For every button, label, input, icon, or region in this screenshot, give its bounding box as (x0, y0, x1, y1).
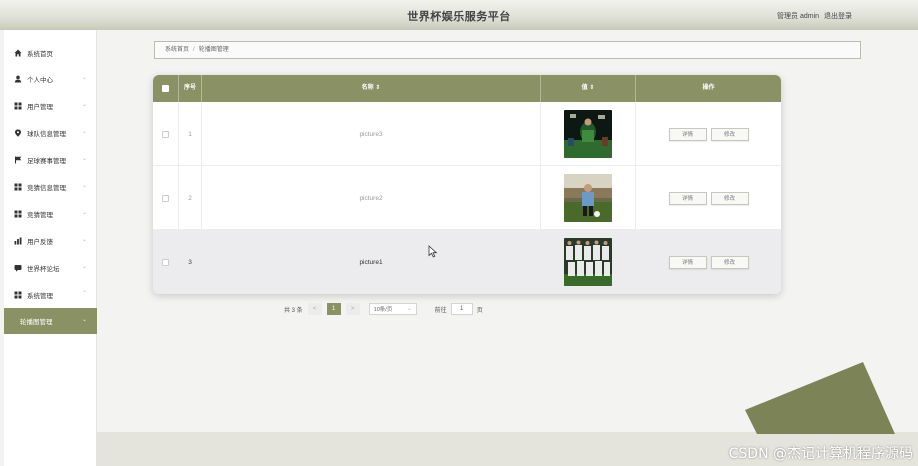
next-page-button[interactable]: > (345, 303, 360, 315)
goto-label: 前往 (434, 307, 447, 314)
user-area: 管理员 admin 退出登录 (774, 11, 852, 21)
page-size-value: 10条/页 (373, 307, 393, 313)
chat-icon (14, 264, 22, 272)
grid-icon (14, 291, 22, 299)
table-row: 1 picture3 详情 修改 (153, 102, 781, 166)
breadcrumb: 系统首页 / 轮播图管理 (154, 41, 861, 59)
breadcrumb-current: 轮播图管理 (198, 47, 229, 53)
carousel-thumbnail[interactable] (564, 110, 612, 158)
header-value[interactable]: 值 ⇕ (541, 75, 636, 102)
sidebar-item-carousel[interactable]: 轮播图管理 ⌄ (4, 308, 97, 334)
sidebar-item-label: 个人中心 (27, 77, 53, 84)
detail-button[interactable]: 详情 (668, 255, 707, 269)
edit-button[interactable]: 修改 (710, 191, 749, 205)
row-index: 1 (179, 102, 202, 166)
row-checkbox[interactable] (162, 130, 169, 138)
location-icon (14, 129, 22, 137)
table-header: 序号 名称 ⇕ 值 ⇕ 操作 (153, 75, 781, 102)
edit-button[interactable]: 修改 (710, 127, 749, 141)
sidebar: 系统首页 个人中心 ⌄ 用户管理 ⌄ 球队信息管理 ⌄ 足球赛事管理 ⌄ 竞猜信… (4, 30, 97, 466)
row-checkbox[interactable] (162, 258, 169, 266)
flag-icon (14, 156, 22, 164)
table-row: 3 picture1 详情 修改 (153, 230, 781, 294)
logout-link[interactable]: 退出登录 (824, 13, 852, 20)
sidebar-item-label: 用户反馈 (27, 239, 53, 246)
breadcrumb-home[interactable]: 系统首页 (165, 47, 189, 53)
sidebar-item-label: 竞猜信息管理 (27, 185, 66, 192)
sidebar-item-quiz-info[interactable]: 竞猜信息管理 ⌄ (4, 174, 97, 200)
sidebar-item-system[interactable]: 系统管理 ⌃ (4, 282, 97, 308)
sidebar-item-label: 竞猜管理 (27, 212, 53, 219)
sidebar-item-quiz[interactable]: 竞猜管理 ⌄ (4, 201, 97, 227)
row-checkbox[interactable] (162, 194, 169, 202)
sidebar-item-home[interactable]: 系统首页 (4, 40, 97, 66)
sidebar-item-teams[interactable]: 球队信息管理 ⌄ (4, 120, 97, 146)
page-size-select[interactable]: 10条/页 ⌄ (368, 303, 417, 315)
table-row: 2 picture2 详情 修改 (153, 166, 781, 230)
mouse-cursor-icon (428, 245, 438, 258)
sidebar-item-label: 系统首页 (27, 51, 53, 58)
carousel-thumbnail[interactable] (564, 174, 612, 222)
chevron-down-icon: ⌄ (81, 210, 87, 216)
chevron-down-icon: ⌄ (81, 156, 87, 162)
decorative-shape (745, 362, 895, 434)
chevron-down-icon: ⌄ (81, 75, 87, 81)
header-select-all[interactable] (153, 75, 179, 102)
row-index: 2 (179, 166, 202, 230)
grid-icon (14, 102, 22, 110)
watermark-text: CSDN @杰记计算机程序源码 (728, 446, 913, 462)
edit-button[interactable]: 修改 (710, 255, 749, 269)
chevron-down-icon: ⌄ (81, 264, 87, 270)
grid-icon (14, 183, 22, 191)
row-index: 3 (179, 230, 202, 294)
prev-page-button[interactable]: < (307, 303, 322, 315)
page-number-current[interactable]: 1 (326, 303, 341, 315)
carousel-table: 序号 名称 ⇕ 值 ⇕ 操作 1 picture3 详情 修改 2 pictur… (153, 75, 781, 294)
detail-button[interactable]: 详情 (668, 191, 707, 205)
chevron-down-icon: ⌄ (407, 306, 412, 312)
row-name: picture1 (202, 230, 541, 294)
header-index: 序号 (179, 75, 202, 102)
header-actions: 操作 (702, 85, 715, 91)
sidebar-item-feedback[interactable]: 用户反馈 ⌄ (4, 228, 97, 254)
row-name: picture3 (202, 102, 541, 166)
grid-icon (14, 210, 22, 218)
chevron-down-icon: ⌄ (81, 102, 87, 108)
sidebar-item-matches[interactable]: 足球赛事管理 ⌄ (4, 147, 97, 173)
sidebar-item-users[interactable]: 用户管理 ⌄ (4, 93, 97, 119)
row-name: picture2 (202, 166, 541, 230)
sidebar-item-forum[interactable]: 世界杯论坛 ⌄ (4, 255, 97, 281)
header-name[interactable]: 名称 ⇕ (202, 75, 541, 102)
chevron-down-icon: ⌄ (81, 183, 87, 189)
chevron-up-icon: ⌃ (81, 291, 87, 297)
pagination-total: 共 3 条 (284, 307, 303, 314)
select-all-checkbox[interactable] (162, 85, 169, 92)
pagination: 共 3 条 < 1 > 10条/页 ⌄ 前往 1 页 (284, 302, 483, 316)
chart-icon (14, 237, 22, 245)
sidebar-item-label: 世界杯论坛 (27, 266, 60, 273)
chevron-down-icon: ⌄ (81, 129, 87, 135)
sidebar-item-profile[interactable]: 个人中心 ⌄ (4, 66, 97, 92)
goto-page-input[interactable]: 1 (450, 303, 473, 315)
breadcrumb-separator: / (193, 47, 195, 53)
current-user-label: 管理员 admin (777, 13, 820, 20)
sidebar-item-label: 足球赛事管理 (27, 158, 66, 165)
chevron-down-icon: ⌄ (81, 317, 87, 323)
carousel-thumbnail[interactable] (564, 238, 612, 286)
sidebar-item-label: 用户管理 (27, 104, 53, 111)
detail-button[interactable]: 详情 (668, 127, 707, 141)
top-header: 世界杯娱乐服务平台 管理员 admin 退出登录 (0, 0, 918, 30)
home-icon (14, 49, 22, 57)
sidebar-item-label: 系统管理 (27, 293, 53, 300)
sidebar-item-label: 轮播图管理 (20, 319, 53, 326)
goto-unit: 页 (476, 307, 483, 314)
person-icon (14, 75, 22, 83)
sidebar-item-label: 球队信息管理 (27, 131, 66, 138)
chevron-down-icon: ⌄ (81, 237, 87, 243)
